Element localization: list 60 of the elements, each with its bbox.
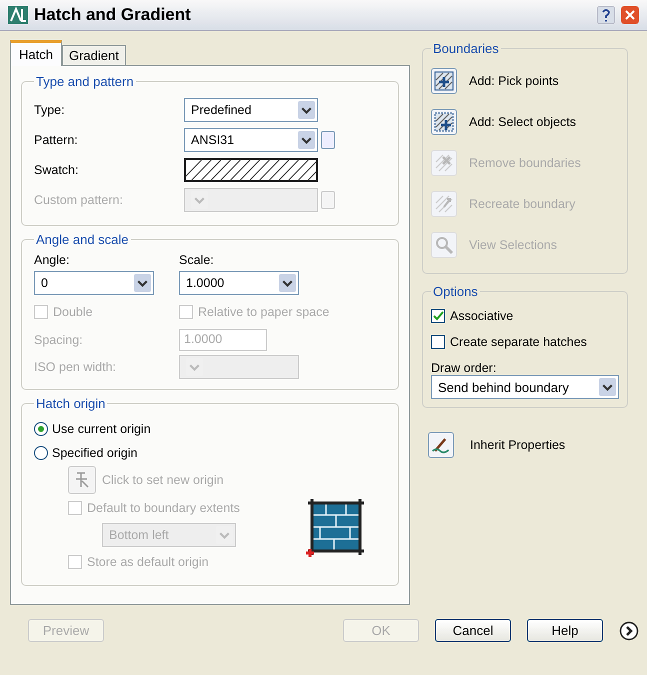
window-title: Hatch and Gradient	[34, 5, 192, 25]
tab[interactable]: Hatch	[10, 40, 62, 66]
app-icon	[8, 6, 28, 24]
caret-icon	[599, 378, 616, 396]
group-title: Hatch origin	[35, 396, 106, 411]
dropdown[interactable]: 0	[34, 271, 154, 295]
checkbox-label: Relative to paper space	[198, 305, 330, 319]
button-label: Inherit Properties	[470, 438, 566, 452]
dialog-button[interactable]: Help	[527, 619, 603, 642]
radio-button[interactable]	[34, 446, 48, 460]
dropdown[interactable]: Send behind boundary	[431, 375, 619, 399]
expand-icon[interactable]	[619, 620, 639, 640]
button-label: Recreate boundary	[469, 196, 576, 210]
group-title: Angle and scale	[35, 232, 130, 247]
checkbox-label: Double	[53, 305, 93, 319]
group-title: Options	[432, 284, 479, 299]
button-label: Add: Select objects	[469, 114, 576, 128]
checkbox-label: Create separate hatches	[450, 335, 587, 349]
dialog-button[interactable]: Cancel	[435, 619, 511, 642]
dropdown[interactable]: 1.0000	[179, 271, 299, 295]
help-icon[interactable]	[597, 6, 615, 24]
checkbox-label: Default to boundary extents	[87, 501, 240, 515]
checkbox-label: Associative	[450, 309, 514, 323]
pick-point-button[interactable]	[68, 466, 96, 494]
group-title: Boundaries	[432, 41, 500, 56]
button-label: Add: Pick points	[469, 74, 559, 88]
radio-button[interactable]	[34, 422, 48, 436]
radio-label: Use current origin	[52, 422, 151, 436]
browse-button[interactable]	[321, 191, 335, 209]
field-label: Draw order:	[431, 361, 498, 375]
dropdown[interactable]: ANSI31	[184, 128, 318, 152]
field-label: Type:	[34, 103, 66, 117]
boundary-button[interactable]	[431, 108, 457, 134]
field-label: Swatch:	[34, 163, 80, 177]
brick-pattern-icon	[306, 497, 366, 557]
field-label: ISO pen width:	[34, 360, 117, 374]
field-label: Scale:	[179, 253, 215, 267]
button-label: Click to set new origin	[102, 473, 224, 487]
field-label: Pattern:	[34, 133, 79, 147]
field-label: Angle:	[34, 253, 70, 267]
checkbox-label: Store as default origin	[87, 555, 209, 569]
checkbox[interactable]	[431, 335, 445, 349]
tab[interactable]: Gradient	[62, 45, 126, 65]
field-label: Custom pattern:	[34, 193, 124, 207]
button-label: Remove boundaries	[469, 156, 581, 170]
checkbox[interactable]	[431, 309, 445, 323]
dropdown[interactable]: Predefined	[184, 98, 318, 122]
field-label: Spacing:	[34, 333, 84, 347]
inherit-properties-button[interactable]	[428, 432, 454, 458]
caret-icon	[279, 274, 296, 292]
radio-label: Specified origin	[52, 446, 138, 460]
caret-icon	[298, 101, 315, 119]
hatch-swatch[interactable]	[184, 158, 318, 182]
boundary-button[interactable]	[431, 68, 457, 94]
button-label: View Selections	[469, 238, 558, 252]
group-title: Type and pattern	[35, 74, 135, 89]
caret-icon	[298, 131, 315, 149]
caret-icon	[134, 274, 151, 292]
close-icon[interactable]	[621, 6, 639, 24]
browse-button[interactable]	[321, 131, 335, 149]
